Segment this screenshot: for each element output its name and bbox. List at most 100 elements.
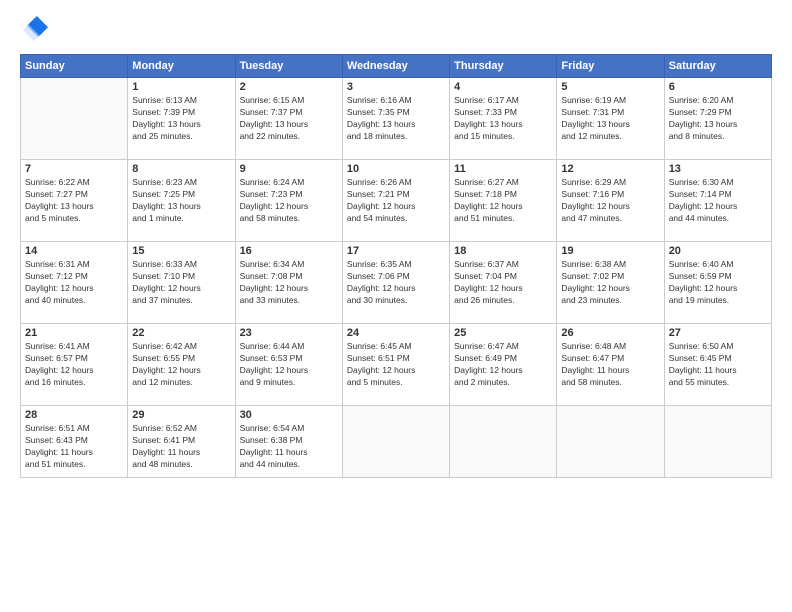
calendar-cell: 14 Sunrise: 6:31 AMSunset: 7:12 PMDayligh… bbox=[21, 242, 128, 324]
day-number: 6 bbox=[669, 81, 767, 93]
weekday-tuesday: Tuesday bbox=[235, 55, 342, 78]
calendar-cell: 26 Sunrise: 6:48 AMSunset: 6:47 PMDayligh… bbox=[557, 324, 664, 406]
day-info: Sunrise: 6:16 AMSunset: 7:35 PMDaylight:… bbox=[347, 95, 445, 143]
day-number: 16 bbox=[240, 245, 338, 257]
calendar-cell: 1 Sunrise: 6:13 AMSunset: 7:39 PMDaylight… bbox=[128, 78, 235, 160]
calendar-cell bbox=[450, 406, 557, 478]
calendar-cell bbox=[557, 406, 664, 478]
day-number: 25 bbox=[454, 327, 552, 339]
weekday-wednesday: Wednesday bbox=[342, 55, 449, 78]
day-info: Sunrise: 6:33 AMSunset: 7:10 PMDaylight:… bbox=[132, 259, 230, 307]
day-number: 7 bbox=[25, 163, 123, 175]
day-number: 18 bbox=[454, 245, 552, 257]
calendar-cell: 5 Sunrise: 6:19 AMSunset: 7:31 PMDaylight… bbox=[557, 78, 664, 160]
calendar-cell bbox=[342, 406, 449, 478]
day-info: Sunrise: 6:47 AMSunset: 6:49 PMDaylight:… bbox=[454, 341, 552, 389]
day-number: 14 bbox=[25, 245, 123, 257]
day-number: 26 bbox=[561, 327, 659, 339]
day-info: Sunrise: 6:38 AMSunset: 7:02 PMDaylight:… bbox=[561, 259, 659, 307]
day-info: Sunrise: 6:31 AMSunset: 7:12 PMDaylight:… bbox=[25, 259, 123, 307]
day-info: Sunrise: 6:19 AMSunset: 7:31 PMDaylight:… bbox=[561, 95, 659, 143]
day-number: 10 bbox=[347, 163, 445, 175]
weekday-friday: Friday bbox=[557, 55, 664, 78]
calendar-table: SundayMondayTuesdayWednesdayThursdayFrid… bbox=[20, 54, 772, 478]
weekday-monday: Monday bbox=[128, 55, 235, 78]
day-info: Sunrise: 6:40 AMSunset: 6:59 PMDaylight:… bbox=[669, 259, 767, 307]
day-info: Sunrise: 6:45 AMSunset: 6:51 PMDaylight:… bbox=[347, 341, 445, 389]
week-row-3: 14 Sunrise: 6:31 AMSunset: 7:12 PMDayligh… bbox=[21, 242, 772, 324]
calendar-cell: 2 Sunrise: 6:15 AMSunset: 7:37 PMDaylight… bbox=[235, 78, 342, 160]
weekday-saturday: Saturday bbox=[664, 55, 771, 78]
calendar-cell: 18 Sunrise: 6:37 AMSunset: 7:04 PMDayligh… bbox=[450, 242, 557, 324]
week-row-1: 1 Sunrise: 6:13 AMSunset: 7:39 PMDaylight… bbox=[21, 78, 772, 160]
calendar-cell: 30Sunrise: 6:54 AMSunset: 6:38 PMDayligh… bbox=[235, 406, 342, 478]
calendar-cell bbox=[664, 406, 771, 478]
calendar-cell: 20 Sunrise: 6:40 AMSunset: 6:59 PMDayligh… bbox=[664, 242, 771, 324]
calendar-cell: 13Sunrise: 6:30 AMSunset: 7:14 PMDayligh… bbox=[664, 160, 771, 242]
calendar-cell: 24 Sunrise: 6:45 AMSunset: 6:51 PMDayligh… bbox=[342, 324, 449, 406]
day-number: 2 bbox=[240, 81, 338, 93]
day-info: Sunrise: 6:15 AMSunset: 7:37 PMDaylight:… bbox=[240, 95, 338, 143]
day-number: 17 bbox=[347, 245, 445, 257]
day-number: 27 bbox=[669, 327, 767, 339]
day-number: 20 bbox=[669, 245, 767, 257]
day-info: Sunrise: 6:24 AMSunset: 7:23 PMDaylight:… bbox=[240, 177, 338, 225]
day-info: Sunrise: 6:34 AMSunset: 7:08 PMDaylight:… bbox=[240, 259, 338, 307]
page: SundayMondayTuesdayWednesdayThursdayFrid… bbox=[0, 0, 792, 612]
day-info: Sunrise: 6:35 AMSunset: 7:06 PMDaylight:… bbox=[347, 259, 445, 307]
day-number: 11 bbox=[454, 163, 552, 175]
header bbox=[20, 16, 772, 44]
weekday-header-row: SundayMondayTuesdayWednesdayThursdayFrid… bbox=[21, 55, 772, 78]
day-info: Sunrise: 6:23 AMSunset: 7:25 PMDaylight:… bbox=[132, 177, 230, 225]
day-number: 8 bbox=[132, 163, 230, 175]
day-number: 1 bbox=[132, 81, 230, 93]
calendar-cell: 9 Sunrise: 6:24 AMSunset: 7:23 PMDaylight… bbox=[235, 160, 342, 242]
calendar-cell: 12 Sunrise: 6:29 AMSunset: 7:16 PMDayligh… bbox=[557, 160, 664, 242]
calendar-cell: 8 Sunrise: 6:23 AMSunset: 7:25 PMDaylight… bbox=[128, 160, 235, 242]
day-info: Sunrise: 6:44 AMSunset: 6:53 PMDaylight:… bbox=[240, 341, 338, 389]
day-info: Sunrise: 6:17 AMSunset: 7:33 PMDaylight:… bbox=[454, 95, 552, 143]
weekday-thursday: Thursday bbox=[450, 55, 557, 78]
day-info: Sunrise: 6:48 AMSunset: 6:47 PMDaylight:… bbox=[561, 341, 659, 389]
calendar-cell: 21Sunrise: 6:41 AMSunset: 6:57 PMDayligh… bbox=[21, 324, 128, 406]
calendar-cell: 29Sunrise: 6:52 AMSunset: 6:41 PMDayligh… bbox=[128, 406, 235, 478]
day-info: Sunrise: 6:37 AMSunset: 7:04 PMDaylight:… bbox=[454, 259, 552, 307]
day-number: 24 bbox=[347, 327, 445, 339]
day-info: Sunrise: 6:42 AMSunset: 6:55 PMDaylight:… bbox=[132, 341, 230, 389]
day-number: 29 bbox=[132, 409, 230, 421]
day-number: 15 bbox=[132, 245, 230, 257]
day-info: Sunrise: 6:26 AMSunset: 7:21 PMDaylight:… bbox=[347, 177, 445, 225]
logo-icon bbox=[20, 16, 48, 44]
day-number: 12 bbox=[561, 163, 659, 175]
week-row-5: 28Sunrise: 6:51 AMSunset: 6:43 PMDayligh… bbox=[21, 406, 772, 478]
logo bbox=[20, 16, 52, 44]
calendar-cell: 10 Sunrise: 6:26 AMSunset: 7:21 PMDayligh… bbox=[342, 160, 449, 242]
day-number: 9 bbox=[240, 163, 338, 175]
calendar-cell: 19 Sunrise: 6:38 AMSunset: 7:02 PMDayligh… bbox=[557, 242, 664, 324]
calendar-cell: 28Sunrise: 6:51 AMSunset: 6:43 PMDayligh… bbox=[21, 406, 128, 478]
day-number: 19 bbox=[561, 245, 659, 257]
calendar-cell bbox=[21, 78, 128, 160]
day-info: Sunrise: 6:41 AMSunset: 6:57 PMDaylight:… bbox=[25, 341, 123, 389]
day-number: 22 bbox=[132, 327, 230, 339]
day-info: Sunrise: 6:22 AMSunset: 7:27 PMDaylight:… bbox=[25, 177, 123, 225]
week-row-4: 21Sunrise: 6:41 AMSunset: 6:57 PMDayligh… bbox=[21, 324, 772, 406]
day-info: Sunrise: 6:29 AMSunset: 7:16 PMDaylight:… bbox=[561, 177, 659, 225]
calendar-cell: 4Sunrise: 6:17 AMSunset: 7:33 PMDaylight… bbox=[450, 78, 557, 160]
day-number: 5 bbox=[561, 81, 659, 93]
week-row-2: 7 Sunrise: 6:22 AMSunset: 7:27 PMDaylight… bbox=[21, 160, 772, 242]
calendar-cell: 25 Sunrise: 6:47 AMSunset: 6:49 PMDayligh… bbox=[450, 324, 557, 406]
calendar-cell: 27Sunrise: 6:50 AMSunset: 6:45 PMDayligh… bbox=[664, 324, 771, 406]
day-number: 23 bbox=[240, 327, 338, 339]
weekday-sunday: Sunday bbox=[21, 55, 128, 78]
calendar-cell: 23 Sunrise: 6:44 AMSunset: 6:53 PMDayligh… bbox=[235, 324, 342, 406]
day-info: Sunrise: 6:13 AMSunset: 7:39 PMDaylight:… bbox=[132, 95, 230, 143]
day-number: 13 bbox=[669, 163, 767, 175]
day-info: Sunrise: 6:20 AMSunset: 7:29 PMDaylight:… bbox=[669, 95, 767, 143]
day-info: Sunrise: 6:27 AMSunset: 7:18 PMDaylight:… bbox=[454, 177, 552, 225]
calendar-cell: 16 Sunrise: 6:34 AMSunset: 7:08 PMDayligh… bbox=[235, 242, 342, 324]
calendar-cell: 11 Sunrise: 6:27 AMSunset: 7:18 PMDayligh… bbox=[450, 160, 557, 242]
day-info: Sunrise: 6:54 AMSunset: 6:38 PMDaylight:… bbox=[240, 423, 338, 471]
day-info: Sunrise: 6:51 AMSunset: 6:43 PMDaylight:… bbox=[25, 423, 123, 471]
calendar-cell: 3Sunrise: 6:16 AMSunset: 7:35 PMDaylight… bbox=[342, 78, 449, 160]
